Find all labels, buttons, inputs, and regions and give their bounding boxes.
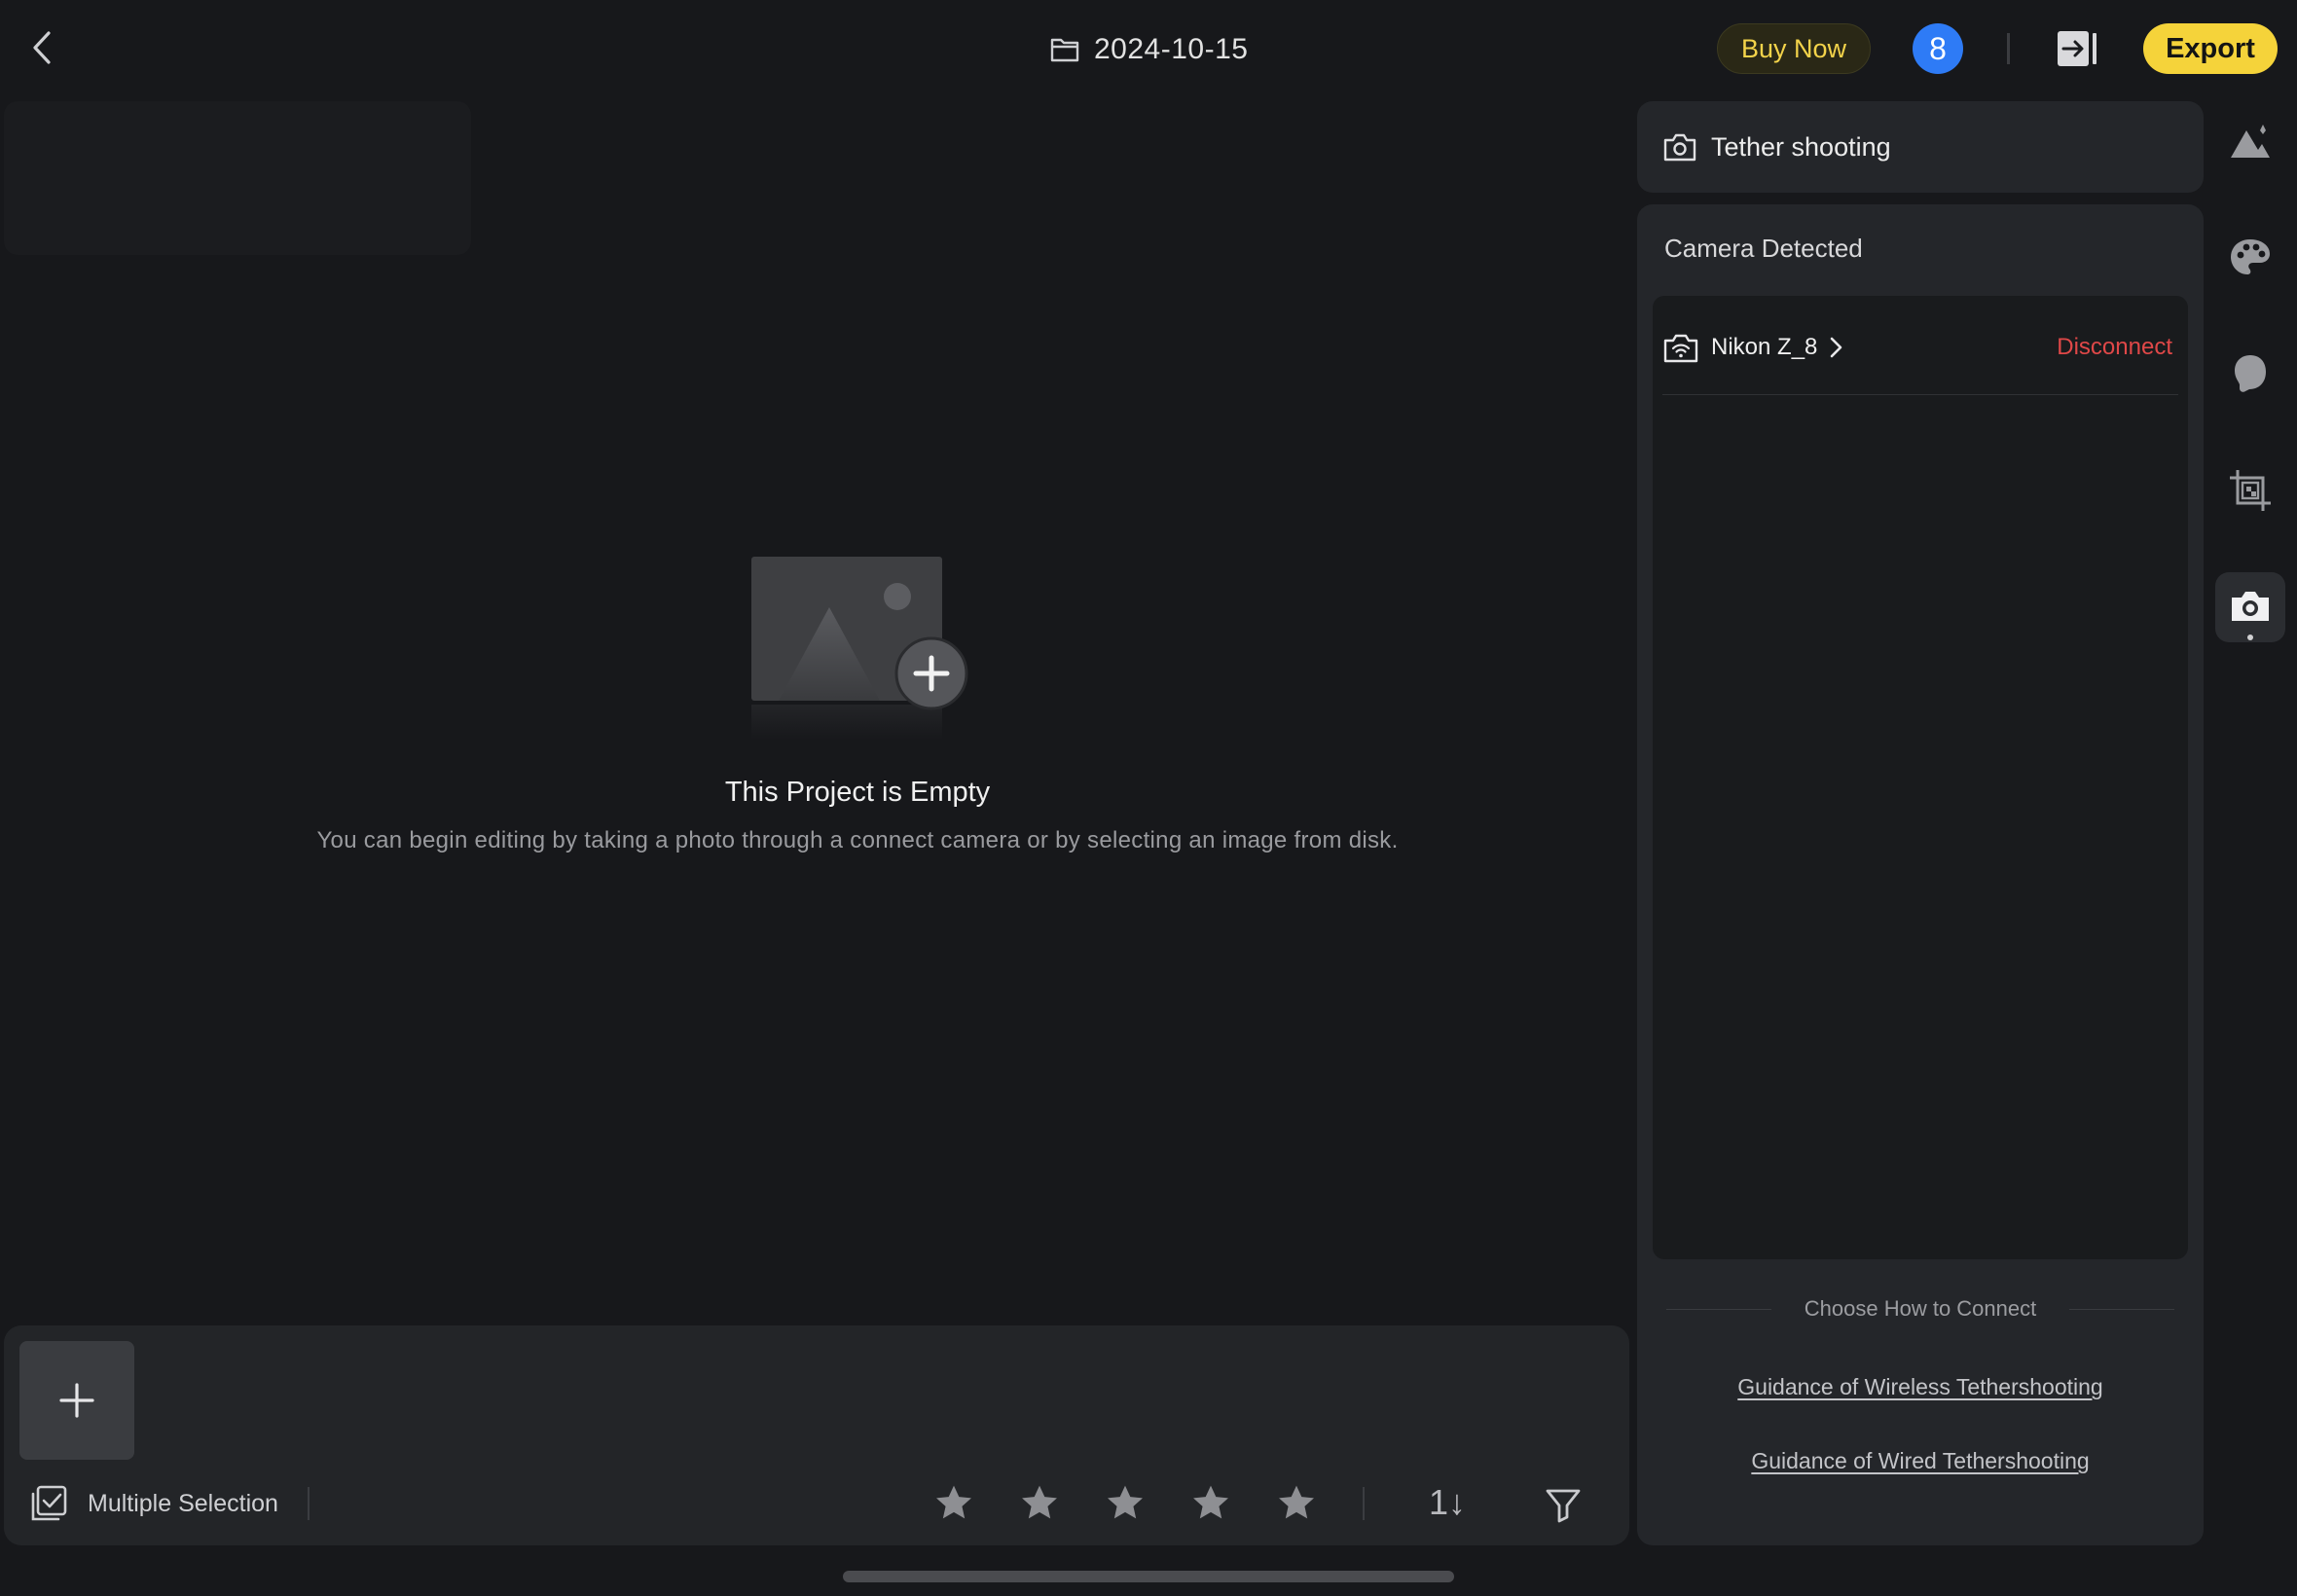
- filter-button[interactable]: [1542, 1483, 1585, 1526]
- portrait-icon: [2235, 355, 2266, 392]
- tether-shooting-label: Tether shooting: [1711, 131, 1891, 162]
- home-indicator[interactable]: [843, 1571, 1454, 1582]
- wireless-camera-icon: [1663, 334, 1698, 363]
- multi-select-label: Multiple Selection: [88, 1489, 278, 1517]
- wireless-guidance-link[interactable]: Guidance of Wireless Tethershooting: [1637, 1374, 2204, 1400]
- empty-project-illustration[interactable]: [749, 551, 973, 755]
- choose-connection-divider: Choose How to Connect: [1653, 1294, 2188, 1324]
- crop-tool-button[interactable]: [2215, 455, 2285, 526]
- buy-now-button[interactable]: Buy Now: [1717, 23, 1871, 74]
- page-title: 2024-10-15: [1094, 33, 1249, 65]
- filter-icon: [1546, 1489, 1581, 1523]
- chevron-left-icon: [33, 31, 51, 64]
- camera-icon: [1663, 133, 1696, 162]
- back-button[interactable]: [21, 25, 66, 70]
- landscape-tool-icon: [2231, 125, 2270, 158]
- choose-connection-label: Choose How to Connect: [1804, 1296, 2037, 1321]
- camera-list-item[interactable]: Nikon Z_8 Disconnect: [1662, 317, 2178, 378]
- add-image-button[interactable]: [19, 1341, 134, 1460]
- chevron-right-icon: [1831, 337, 1842, 358]
- star-rating-4[interactable]: [1189, 1481, 1232, 1524]
- star-icon: [936, 1485, 971, 1519]
- camera-tool-button[interactable]: [2215, 572, 2285, 642]
- empty-state-description: You can begin editing by taking a photo …: [316, 827, 1399, 853]
- star-rating-2[interactable]: [1018, 1481, 1061, 1524]
- empty-state-title: This Project is Empty: [724, 777, 991, 808]
- bottom-divider-right: [1363, 1487, 1365, 1520]
- panel-toggle-button[interactable]: [2056, 27, 2100, 70]
- bottom-divider-left: [308, 1487, 310, 1520]
- crop-icon: [2230, 470, 2271, 511]
- landscape-tool-button[interactable]: [2215, 105, 2285, 175]
- star-rating-3[interactable]: [1104, 1481, 1147, 1524]
- tether-shooting-header[interactable]: Tether shooting: [1637, 101, 2204, 193]
- multi-select-icon: [31, 1485, 67, 1521]
- star-icon: [1022, 1485, 1057, 1519]
- row-divider: [1662, 394, 2178, 395]
- star-icon: [1193, 1485, 1228, 1519]
- portrait-tool-button[interactable]: [2215, 339, 2285, 409]
- disconnect-button[interactable]: Disconnect: [2057, 334, 2172, 361]
- camera-name: Nikon Z_8: [1711, 334, 1818, 360]
- placeholder-card: [4, 101, 471, 255]
- palette-tool-button[interactable]: [2215, 222, 2285, 292]
- wired-guidance-link[interactable]: Guidance of Wired Tethershooting: [1637, 1448, 2204, 1474]
- notification-badge[interactable]: 8: [1913, 23, 1963, 74]
- export-button[interactable]: Export: [2143, 23, 2278, 74]
- image-add-icon: [751, 557, 968, 740]
- plus-icon: [59, 1383, 94, 1418]
- palette-icon: [2231, 239, 2270, 274]
- star-rating-5[interactable]: [1275, 1481, 1318, 1524]
- star-icon: [1108, 1485, 1143, 1519]
- camera-detected-label: Camera Detected: [1664, 234, 1863, 263]
- folder-icon: [1050, 38, 1079, 62]
- star-icon: [1279, 1485, 1314, 1519]
- star-rating-1[interactable]: [932, 1481, 975, 1524]
- multiple-selection-toggle[interactable]: Multiple Selection: [29, 1481, 278, 1526]
- sort-button[interactable]: 1↓: [1423, 1479, 1472, 1526]
- header-divider: [2007, 33, 2010, 64]
- project-title-area[interactable]: 2024-10-15: [1049, 27, 1248, 72]
- camera-tool-icon: [2232, 592, 2269, 621]
- camera-list: [1653, 296, 2188, 1259]
- collapse-panel-icon: [2058, 31, 2096, 66]
- active-tool-indicator: [2247, 635, 2253, 640]
